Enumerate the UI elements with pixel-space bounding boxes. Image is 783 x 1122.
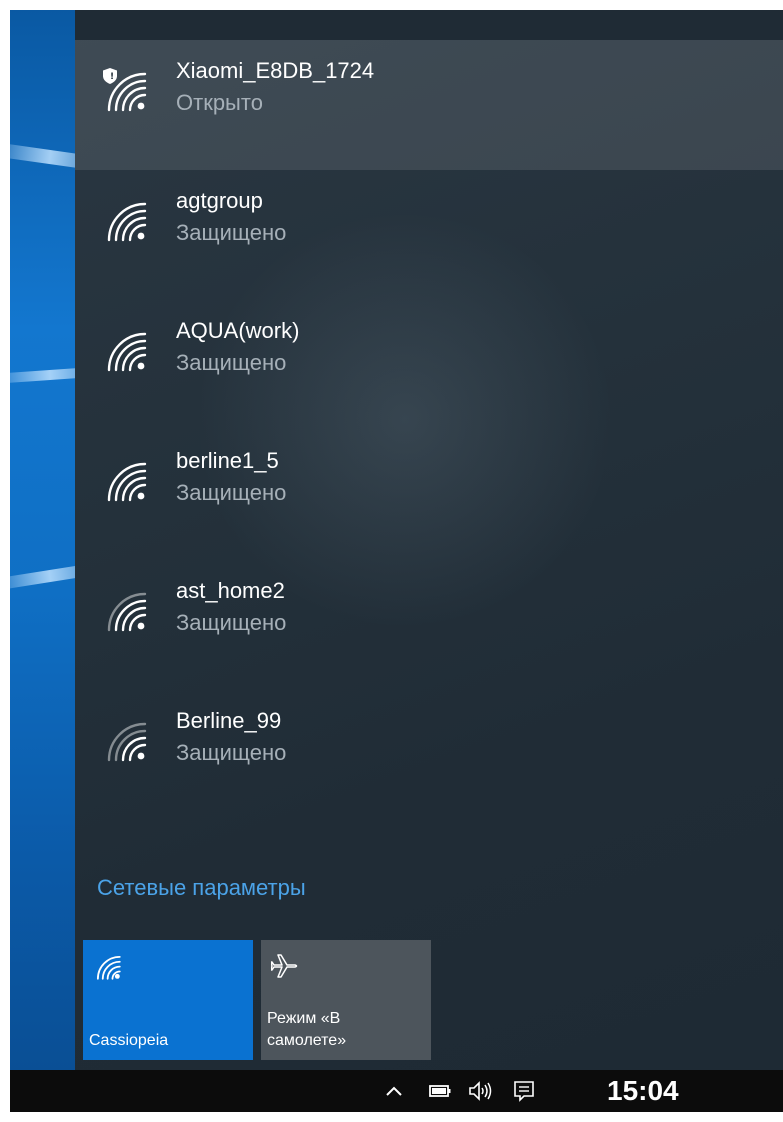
wifi-signal-icon (107, 722, 147, 762)
network-item-ast-home2[interactable]: ast_home2 Защищено (75, 560, 783, 690)
airplane-tile-label: Режим «В самолете» (267, 1010, 347, 1049)
network-status: Защищено (176, 610, 287, 635)
network-name: AQUA(work) (176, 318, 300, 343)
wifi-signal-icon (107, 462, 147, 502)
chevron-up-icon[interactable] (382, 1079, 406, 1103)
wifi-toggle-tile[interactable]: Cassiopeia (83, 940, 253, 1060)
flyout-top-strip (75, 10, 783, 40)
network-list: ! Xiaomi_E8DB_1724 Открыто agtgroup Защи… (75, 40, 783, 820)
wifi-signal-secured-icon: ! (103, 68, 147, 112)
wifi-icon (96, 955, 121, 980)
network-status: Защищено (176, 350, 287, 375)
action-center-icon[interactable] (512, 1079, 536, 1103)
wifi-signal-icon (107, 202, 147, 242)
airplane-icon (271, 954, 298, 978)
network-settings-link[interactable]: Сетевые параметры (97, 875, 306, 901)
network-name: Berline_99 (176, 708, 282, 733)
network-name: Xiaomi_E8DB_1724 (176, 58, 375, 83)
network-name: ast_home2 (176, 578, 285, 603)
wifi-tile-label: Cassiopeia (89, 1032, 169, 1049)
network-status: Открыто (176, 90, 263, 115)
airplane-mode-tile[interactable]: Режим «В самолете» (261, 940, 431, 1060)
network-item-aqua-work[interactable]: AQUA(work) Защищено (75, 300, 783, 430)
network-status: Защищено (176, 480, 287, 505)
network-item-berline-99[interactable]: Berline_99 Защищено (75, 690, 783, 820)
network-name: berline1_5 (176, 448, 279, 473)
clock[interactable]: 15:04 (607, 1074, 679, 1108)
volume-icon[interactable] (468, 1079, 492, 1103)
svg-text:!: ! (110, 72, 114, 82)
desktop-wallpaper (10, 10, 75, 1070)
wifi-signal-icon (107, 332, 147, 372)
network-item-agtgroup[interactable]: agtgroup Защищено (75, 170, 783, 300)
network-status: Защищено (176, 220, 287, 245)
network-flyout: ! Xiaomi_E8DB_1724 Открыто agtgroup Защи… (75, 10, 783, 1070)
screen: ! Xiaomi_E8DB_1724 Открыто agtgroup Защи… (10, 10, 783, 1112)
taskbar: 15:04 (10, 1070, 783, 1112)
network-status: Защищено (176, 740, 287, 765)
network-name: agtgroup (176, 188, 263, 213)
network-item-xiaomi[interactable]: ! Xiaomi_E8DB_1724 Открыто (75, 40, 783, 170)
battery-icon[interactable] (428, 1079, 452, 1103)
wifi-signal-icon (107, 592, 147, 632)
network-item-berline1-5[interactable]: berline1_5 Защищено (75, 430, 783, 560)
